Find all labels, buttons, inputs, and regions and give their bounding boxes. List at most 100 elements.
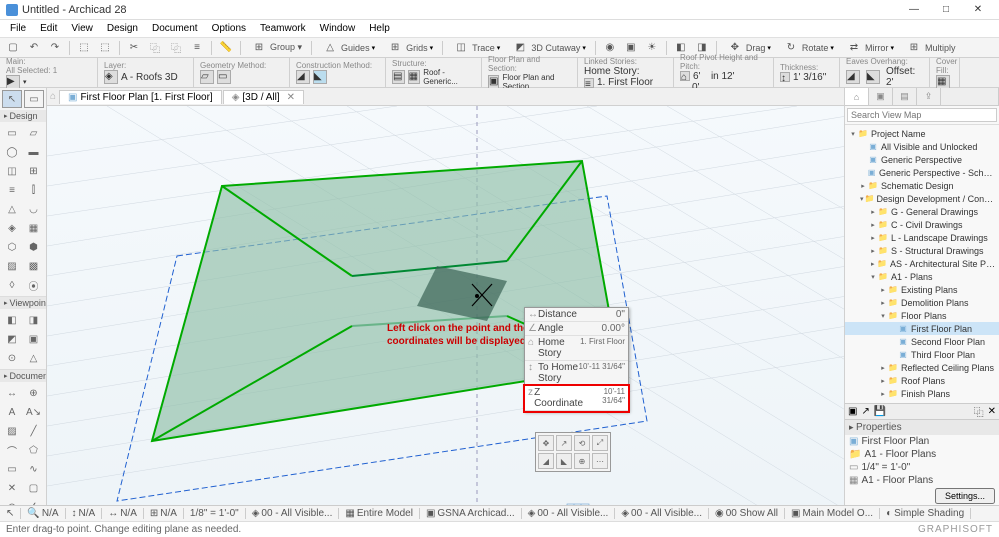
pet-8[interactable]: ⋯ xyxy=(592,453,608,469)
layer-value[interactable]: A - Roofs 3D xyxy=(121,72,178,83)
pet-1[interactable]: ✥ xyxy=(538,435,554,451)
thick-icon[interactable]: ↕ xyxy=(780,72,790,82)
arc-tool[interactable]: ⌒ xyxy=(2,441,22,459)
multiply-label[interactable]: Multiply xyxy=(925,43,956,53)
cutaway-label[interactable]: 3D Cutaway xyxy=(531,43,580,53)
menu-design[interactable]: Design xyxy=(101,22,144,35)
struct-value[interactable]: Roof - Generic... xyxy=(423,68,475,86)
cons-icon-2[interactable]: ◣ xyxy=(313,70,327,84)
menu-view[interactable]: View xyxy=(65,22,99,35)
column-tool[interactable]: ◯ xyxy=(2,143,22,161)
wall-tool[interactable]: ▭ xyxy=(2,124,22,142)
cutaway-icon[interactable]: ◩ xyxy=(511,40,529,56)
maximize-button[interactable]: □ xyxy=(931,1,961,19)
status-i4[interactable]: ⊞ xyxy=(150,508,158,519)
tree-node-3[interactable]: ▣Generic Perspective - Schematic xyxy=(845,166,999,179)
menu-help[interactable]: Help xyxy=(363,22,396,35)
poly-tool[interactable]: ⬠ xyxy=(24,441,44,459)
trace-label[interactable]: Trace xyxy=(472,43,495,53)
slab-tool[interactable]: ▱ xyxy=(24,124,44,142)
status-scale[interactable]: 1/8" = 1'-0" xyxy=(190,508,239,519)
dim-tool[interactable]: ↔ xyxy=(2,384,22,402)
status-i3[interactable]: ↔ xyxy=(108,508,118,519)
tree-node-11[interactable]: ▾📁A1 - Plans xyxy=(845,270,999,283)
ie-tool[interactable]: ◩ xyxy=(2,330,22,348)
tree-node-15[interactable]: ▣First Floor Plan xyxy=(845,322,999,335)
tracker-row-home-story[interactable]: ⌂Home Story1. First Floor xyxy=(525,336,628,361)
align-icon[interactable]: ≡ xyxy=(188,40,206,56)
elevation-tool[interactable]: ◨ xyxy=(24,311,44,329)
group-icon[interactable]: ⊞ xyxy=(250,40,268,56)
nav-tab-view[interactable]: ▣ xyxy=(869,88,893,105)
nav-tab-publisher[interactable]: ⇪ xyxy=(917,88,941,105)
angle-tool[interactable]: ∠ xyxy=(24,498,44,505)
offset-value[interactable]: 2' xyxy=(886,77,893,88)
struct-icon[interactable]: ▤ xyxy=(392,70,405,84)
tree-node-13[interactable]: ▸📁Demolition Plans xyxy=(845,296,999,309)
tab-floor-plan[interactable]: ▣First Floor Plan [1. First Floor] xyxy=(59,90,222,104)
tree-node-8[interactable]: ▸📁L - Landscape Drawings xyxy=(845,231,999,244)
pivot-icon[interactable]: ⌂ xyxy=(680,71,690,81)
rotate-label[interactable]: Rotate xyxy=(802,43,829,53)
measure-icon[interactable]: 📏 xyxy=(217,40,235,56)
tracker-row-z-coord[interactable]: zZ Coordinate10'-11 31/64" xyxy=(525,386,628,411)
nav-tab-project[interactable]: ⌂ xyxy=(845,88,869,105)
copy-icon[interactable]: ⿻ xyxy=(146,40,164,56)
mirror-label[interactable]: Mirror xyxy=(865,43,889,53)
guides-label[interactable]: Guides xyxy=(341,43,370,53)
mesh-tool[interactable]: ▩ xyxy=(24,257,44,275)
geom-icon-2[interactable]: ▭ xyxy=(217,70,231,84)
shell-tool[interactable]: ◡ xyxy=(24,200,44,218)
pet-5[interactable]: ◢ xyxy=(538,453,554,469)
main-tool-icon[interactable]: ▶ xyxy=(6,75,20,89)
guides-icon[interactable]: △ xyxy=(321,40,339,56)
tab-3d[interactable]: ◈[3D / All]✕ xyxy=(223,90,304,104)
geom-icon-1[interactable]: ▱ xyxy=(200,70,214,84)
tracker-row-distance[interactable]: ↔Distance0" xyxy=(525,308,628,322)
pivot-h[interactable]: 6' xyxy=(693,71,700,82)
status-i9[interactable]: ◈ xyxy=(528,508,536,519)
object-tool[interactable]: ⬢ xyxy=(24,238,44,256)
status-i12[interactable]: ▣ xyxy=(791,508,800,519)
nav-dup-icon[interactable]: ⿻ xyxy=(974,404,984,419)
status-shading-icon[interactable]: ◐ xyxy=(886,508,892,519)
cons-icon-1[interactable]: ◢ xyxy=(296,70,310,84)
cover-icon[interactable]: ▦ xyxy=(936,75,950,89)
tree-node-1[interactable]: ▣All Visible and Unlocked xyxy=(845,140,999,153)
drag-label[interactable]: Drag xyxy=(746,43,766,53)
morph-tool[interactable]: ⬡ xyxy=(2,238,22,256)
beam-tool[interactable]: ▬ xyxy=(24,143,44,161)
layer-icon[interactable]: ◈ xyxy=(104,70,118,84)
fill-tool[interactable]: ▨ xyxy=(2,422,22,440)
section-tool[interactable]: ◧ xyxy=(2,311,22,329)
toolbox-document-header[interactable]: Document xyxy=(0,370,46,382)
tree-node-0[interactable]: ▾📁Project Name xyxy=(845,127,999,140)
camera-icon[interactable]: ▣ xyxy=(622,40,640,56)
radial-tool[interactable]: ⊛ xyxy=(2,498,22,505)
mep-tool[interactable]: ⦿ xyxy=(24,276,44,294)
rotate-icon[interactable]: ↻ xyxy=(782,40,800,56)
hotspot-tool[interactable]: ✕ xyxy=(2,479,22,497)
trace-icon[interactable]: ◫ xyxy=(452,40,470,56)
nav-tab-layout[interactable]: ▤ xyxy=(893,88,917,105)
line-tool[interactable]: ╱ xyxy=(24,422,44,440)
tree-node-18[interactable]: ▸📁Reflected Ceiling Plans xyxy=(845,361,999,374)
tracker-row-to-home-story[interactable]: ↕To Home Story10'-11 31/64" xyxy=(525,361,628,386)
tree-node-19[interactable]: ▸📁Roof Plans xyxy=(845,374,999,387)
story-icon[interactable]: ≡ xyxy=(584,78,594,88)
pet-4[interactable]: ⤢ xyxy=(592,435,608,451)
status-i8[interactable]: ▣ xyxy=(426,508,435,519)
toolbox-design-header[interactable]: Design xyxy=(0,110,46,122)
tree-node-20[interactable]: ▸📁Finish Plans xyxy=(845,387,999,400)
tree-node-12[interactable]: ▸📁Existing Plans xyxy=(845,283,999,296)
menu-file[interactable]: File xyxy=(4,22,32,35)
cut-icon[interactable]: ✂ xyxy=(125,40,143,56)
eaves-icon-2[interactable]: ◣ xyxy=(866,70,880,84)
pet-6[interactable]: ◣ xyxy=(556,453,572,469)
nav-save-icon[interactable]: 💾 xyxy=(874,406,886,417)
level-tool[interactable]: ⊕ xyxy=(24,384,44,402)
spline-tool[interactable]: ∿ xyxy=(24,460,44,478)
stair-tool[interactable]: ≡ xyxy=(2,181,22,199)
railing-tool[interactable]: ⫿ xyxy=(24,181,44,199)
menu-edit[interactable]: Edit xyxy=(34,22,63,35)
